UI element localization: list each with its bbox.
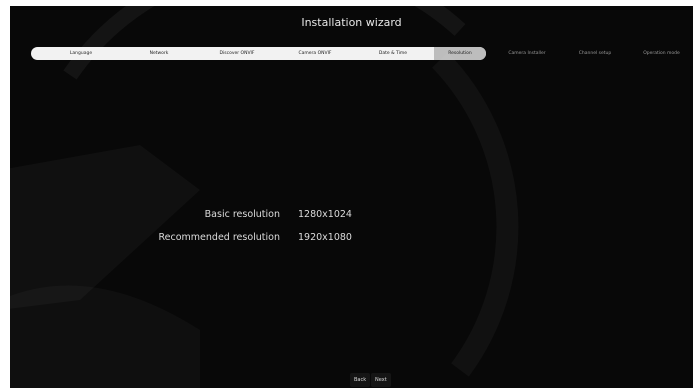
recommended-resolution-label: Recommended resolution: [158, 232, 280, 243]
step-operation-mode[interactable]: Operation mode: [630, 47, 693, 60]
step-channel-setup[interactable]: Channel setup: [562, 47, 628, 60]
step-camera-onvif[interactable]: Camera ONVIF: [276, 47, 354, 60]
basic-resolution-label: Basic resolution: [204, 209, 280, 220]
step-resolution[interactable]: Resolution: [434, 47, 486, 60]
wizard-steps: Language Network Discover ONVIF Camera O…: [24, 47, 693, 60]
window-title: Installation wizard: [301, 16, 402, 29]
recommended-resolution-value: 1920x1080: [298, 232, 352, 243]
step-network[interactable]: Network: [120, 47, 198, 60]
step-date-time[interactable]: Date & Time: [354, 47, 432, 60]
wizard-screen: Installation wizard Language Network Dis…: [10, 6, 693, 388]
next-button[interactable]: Next: [371, 373, 391, 387]
basic-resolution-value: 1280x1024: [298, 209, 352, 220]
back-button[interactable]: Back: [350, 373, 371, 387]
step-discover-onvif[interactable]: Discover ONVIF: [198, 47, 276, 60]
step-camera-installer[interactable]: Camera Installer: [492, 47, 562, 60]
step-language[interactable]: Language: [42, 47, 120, 60]
